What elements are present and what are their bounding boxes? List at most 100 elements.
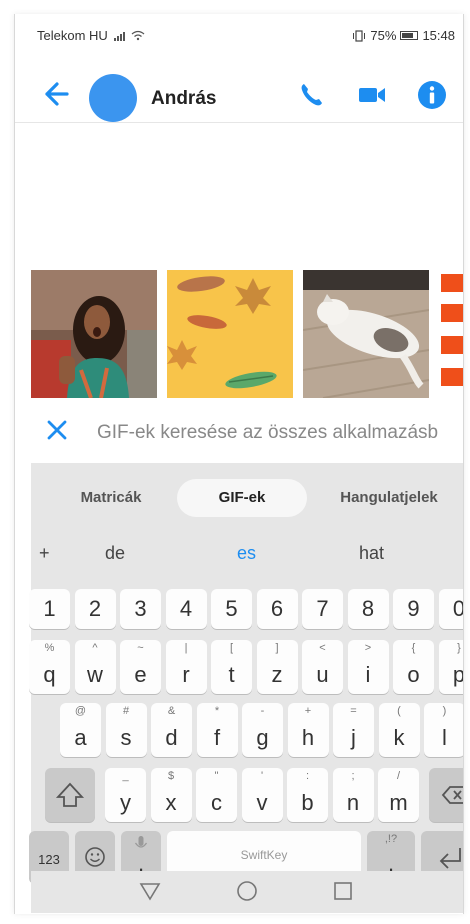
- key-j-alt-label: =: [350, 705, 357, 717]
- key-r-alt-label: |: [184, 642, 188, 654]
- key-u[interactable]: < u: [302, 640, 343, 694]
- key-7-label: 7: [316, 596, 329, 621]
- status-bar: Telekom HU 75% 15:48: [15, 14, 463, 58]
- key-o[interactable]: {o: [393, 640, 434, 694]
- key-2-label: 2: [88, 596, 102, 621]
- key-z-label: z: [271, 662, 283, 687]
- key-0[interactable]: 0: [438, 589, 463, 629]
- key-n[interactable]: ; n: [332, 768, 374, 822]
- key-h-alt-label: +: [304, 705, 312, 717]
- shift-key[interactable]: [45, 768, 95, 822]
- clock: 15:48: [422, 28, 455, 43]
- back-arrow-icon[interactable]: [39, 78, 71, 110]
- gif-item-sleeping-cat[interactable]: [303, 270, 429, 398]
- home-circle-icon[interactable]: [236, 880, 258, 902]
- mic-glyph: [121, 833, 161, 860]
- key-u-alt-label: <: [319, 642, 326, 654]
- close-icon[interactable]: [45, 418, 69, 442]
- key-x[interactable]: $ x: [150, 768, 192, 822]
- key-s[interactable]: # s: [105, 703, 147, 757]
- key-j[interactable]: = j: [333, 703, 374, 757]
- key-1[interactable]: 1: [29, 589, 70, 629]
- key-6[interactable]: 6: [256, 589, 298, 629]
- gif-item-red-stripes[interactable]: [439, 270, 463, 398]
- gif-item-surprised-woman[interactable]: [31, 270, 157, 398]
- key-u-label: u: [316, 662, 329, 687]
- key-j-label: j: [351, 725, 356, 750]
- key-d-alt-label: &: [167, 705, 176, 717]
- key-o-label: o: [407, 662, 420, 687]
- key-w[interactable]: ^ w: [74, 640, 116, 694]
- key-k[interactable]: (k: [378, 703, 420, 757]
- key-g-label: g: [256, 725, 269, 750]
- suggestion-plus[interactable]: +: [39, 543, 50, 564]
- tab-gifs[interactable]: GIF-ek: [177, 479, 307, 517]
- key-7[interactable]: 7: [302, 589, 343, 629]
- key-3[interactable]: 3: [120, 589, 161, 629]
- key-8-label: 8: [361, 596, 375, 621]
- key-9[interactable]: 9: [393, 589, 434, 629]
- key-w-alt-label: ^: [92, 642, 98, 654]
- key-l[interactable]: ) l: [424, 703, 463, 757]
- gif-item-autumn-leaves[interactable]: [167, 270, 293, 398]
- key-x-label: x: [165, 790, 177, 815]
- numbers-switch-key-label: 123: [38, 852, 60, 867]
- key-n-alt-label: ;: [351, 770, 355, 782]
- suggestion-center[interactable]: es: [237, 543, 256, 564]
- key-g[interactable]: -g: [242, 703, 283, 757]
- suggestion-left[interactable]: de: [105, 543, 125, 564]
- key-y[interactable]: _ y: [105, 768, 146, 822]
- chat-header: András: [15, 64, 463, 124]
- swiftkey-keyboard: Matricák GIF-ek Hangulatjelek + de es ha…: [29, 463, 463, 913]
- key-q[interactable]: % q: [29, 640, 70, 694]
- header-divider: [15, 122, 463, 123]
- key-h[interactable]: + h: [287, 703, 329, 757]
- key-q-alt-label: %: [44, 642, 55, 654]
- key-t-label: t: [228, 662, 235, 687]
- key-a-alt-label: @: [74, 705, 87, 717]
- tab-stickers[interactable]: Matricák: [51, 479, 171, 517]
- key-k-label: k: [393, 725, 405, 750]
- key-f[interactable]: * f: [196, 703, 238, 757]
- video-call-icon[interactable]: [357, 80, 387, 110]
- key-m[interactable]: / m: [378, 768, 419, 822]
- key-a-label: a: [74, 725, 87, 750]
- key-v-label: v: [256, 790, 268, 815]
- suggestion-right[interactable]: hat: [359, 543, 384, 564]
- key-p[interactable]: } p: [438, 640, 463, 694]
- key-4[interactable]: 4: [165, 589, 207, 629]
- battery-icon: [400, 31, 419, 40]
- key-i[interactable]: > i: [347, 640, 389, 694]
- contact-name[interactable]: András: [151, 88, 216, 110]
- key-b[interactable]: :b: [287, 768, 328, 822]
- gif-search-input[interactable]: GIF-ek keresése az összes alkalmazásb: [97, 422, 438, 444]
- gif-results-strip[interactable]: [31, 270, 463, 400]
- key-t[interactable]: [t: [211, 640, 252, 694]
- key-5[interactable]: 5: [211, 589, 252, 629]
- key-a[interactable]: @ a: [60, 703, 101, 757]
- key-c[interactable]: " c: [196, 768, 237, 822]
- key-v[interactable]: ' v: [241, 768, 283, 822]
- key-h-label: h: [301, 725, 315, 750]
- back-triangle-icon[interactable]: [139, 881, 161, 901]
- recents-square-icon[interactable]: [333, 881, 353, 901]
- key-e[interactable]: ~ e: [120, 640, 161, 694]
- backspace-key[interactable]: [429, 768, 463, 822]
- info-icon[interactable]: [417, 80, 447, 110]
- avatar[interactable]: [89, 74, 137, 122]
- swiftkey-logo: SwiftKey: [240, 848, 288, 862]
- key-v-alt-label: ': [260, 770, 264, 782]
- key-x-alt-label: $: [167, 770, 175, 782]
- key-t-alt-label: [: [229, 642, 234, 654]
- key-g-alt-label: -: [260, 705, 265, 717]
- key-r[interactable]: | r: [165, 640, 207, 694]
- key-d[interactable]: & d: [151, 703, 192, 757]
- key-8[interactable]: 8: [347, 589, 389, 629]
- key-2[interactable]: 2: [74, 589, 116, 629]
- phone-call-icon[interactable]: [297, 80, 327, 110]
- tab-emoji[interactable]: Hangulatjelek: [319, 479, 459, 517]
- key-z[interactable]: ] z: [256, 640, 298, 694]
- key-d-label: d: [165, 725, 178, 750]
- wifi-icon: [131, 30, 145, 41]
- key-f-alt-label: *: [214, 705, 220, 717]
